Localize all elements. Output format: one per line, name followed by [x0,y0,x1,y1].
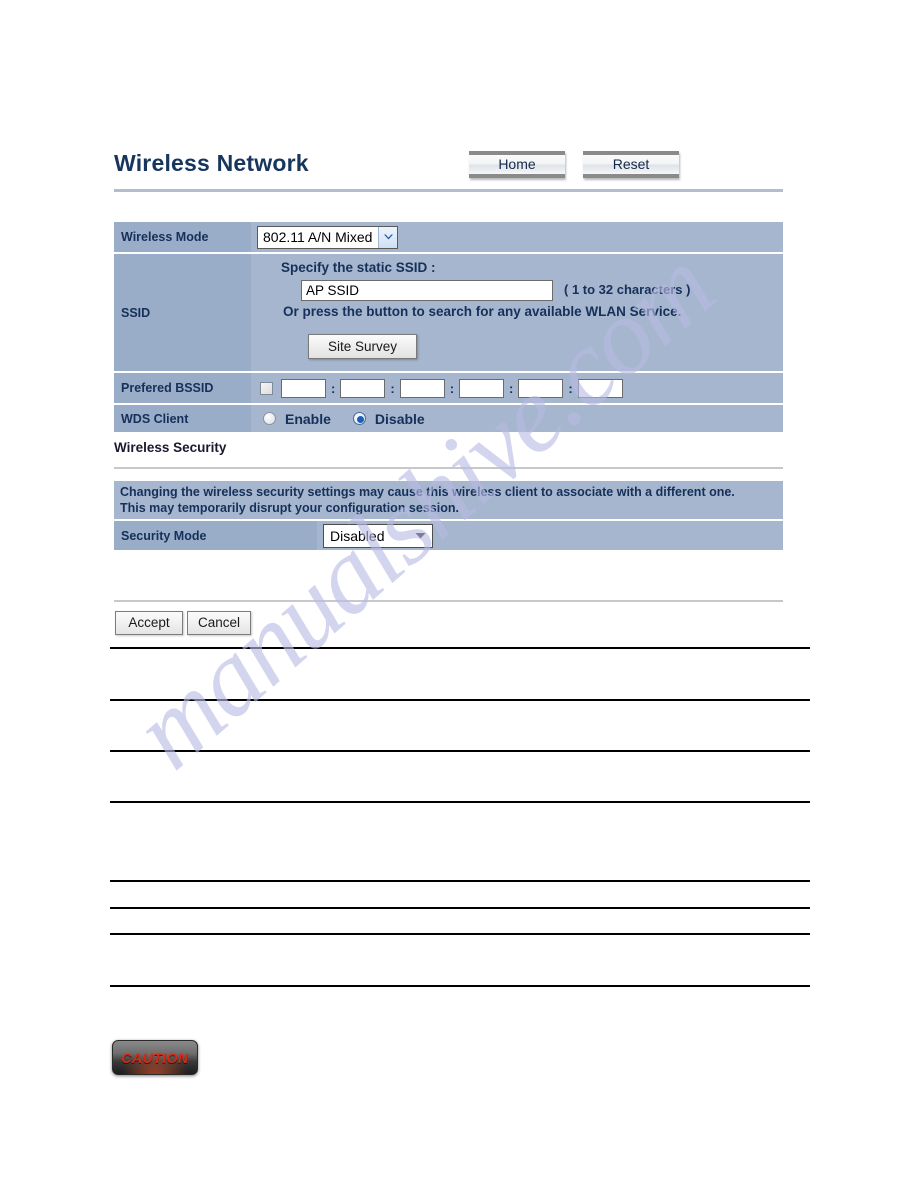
page-title: Wireless Network [114,150,309,176]
bssid-octet-4[interactable] [459,378,505,398]
wireless-security-heading: Wireless Security [114,440,227,455]
blank-table-rule-5 [110,880,810,882]
wireless-mode-value-cell: 802.11 A/N Mixed [251,222,783,252]
ssid-prompt-text: Specify the static SSID : [281,260,436,275]
prefered-bssid-value-cell: : : : : : [251,373,783,403]
bssid-separator-4: : [509,380,514,396]
bssid-separator-5: : [568,380,573,396]
security-mode-selected-value: Disabled [330,527,385,544]
row-wds-client: WDS Client Enable Disable [114,405,783,432]
bssid-octet-5[interactable] [518,378,564,398]
wds-enable-radio[interactable] [263,412,276,425]
home-button[interactable]: Home [469,151,565,178]
security-mode-label: Security Mode [114,521,317,550]
ssid-value-cell: Specify the static SSID : AP SSID ( 1 to… [251,254,783,371]
chevron-down-icon[interactable] [378,226,398,248]
wireless-mode-selected-value: 802.11 A/N Mixed [263,228,373,245]
security-mode-value-cell: Disabled [317,521,783,550]
reset-button[interactable]: Reset [583,151,679,178]
row-ssid: SSID Specify the static SSID : AP SSID (… [114,254,783,371]
blank-table-rule-1 [110,647,810,649]
wds-client-value-cell: Enable Disable [251,405,783,432]
header-divider [114,189,783,192]
bssid-octet-1[interactable] [281,378,326,398]
document-page: Wireless Network Home Reset Wireless Mod… [0,0,918,1188]
cancel-button[interactable]: Cancel [187,611,251,635]
ssid-length-hint: ( 1 to 32 characters ) [564,282,691,297]
wds-client-label: WDS Client [114,405,251,432]
notice-line-1: Changing the wireless security settings … [120,485,735,499]
blank-table-rule-2 [110,699,810,701]
wireless-mode-label: Wireless Mode [114,222,251,252]
prefered-bssid-label: Prefered BSSID [114,373,251,403]
prefered-bssid-checkbox[interactable] [260,381,273,395]
bssid-octet-6[interactable] [577,378,623,398]
wds-enable-label: Enable [285,410,331,427]
blank-table-rule-3 [110,750,810,752]
site-survey-button[interactable]: Site Survey [308,334,417,359]
security-mode-select[interactable]: Disabled [323,523,433,548]
chevron-down-icon[interactable] [415,532,426,539]
wds-disable-radio[interactable] [352,412,366,425]
wireless-security-notice: Changing the wireless security settings … [114,481,783,519]
row-prefered-bssid: Prefered BSSID : : : : : [114,373,783,403]
bssid-octet-2[interactable] [340,378,386,398]
ssid-input[interactable]: AP SSID [301,280,553,301]
bssid-separator-3: : [449,380,455,396]
ssid-label: SSID [114,254,251,371]
notice-line-2: This may temporarily disrupt your config… [120,501,459,515]
accept-button[interactable]: Accept [115,611,183,635]
caution-badge: CAUTION [112,1040,198,1075]
blank-table-rule-8 [110,985,810,987]
blank-table-rule-7 [110,933,810,935]
row-wireless-mode: Wireless Mode 802.11 A/N Mixed [114,222,783,252]
bssid-octet-3[interactable] [399,378,445,398]
ssid-survey-note: Or press the button to search for any av… [283,304,682,319]
wireless-settings-panel: Wireless Mode 802.11 A/N Mixed SSID Spec… [114,222,783,434]
actions-divider [114,600,783,602]
blank-table-rule-4 [110,801,810,803]
blank-table-rule-6 [110,907,810,909]
row-security-mode: Security Mode Disabled [114,521,783,550]
wireless-mode-select[interactable]: 802.11 A/N Mixed [257,225,399,249]
wds-disable-label: Disable [374,410,425,427]
caution-label: CAUTION [121,1049,189,1066]
bssid-separator-2: : [390,380,395,396]
wireless-security-divider [114,467,783,469]
bssid-separator-1: : [331,380,336,396]
